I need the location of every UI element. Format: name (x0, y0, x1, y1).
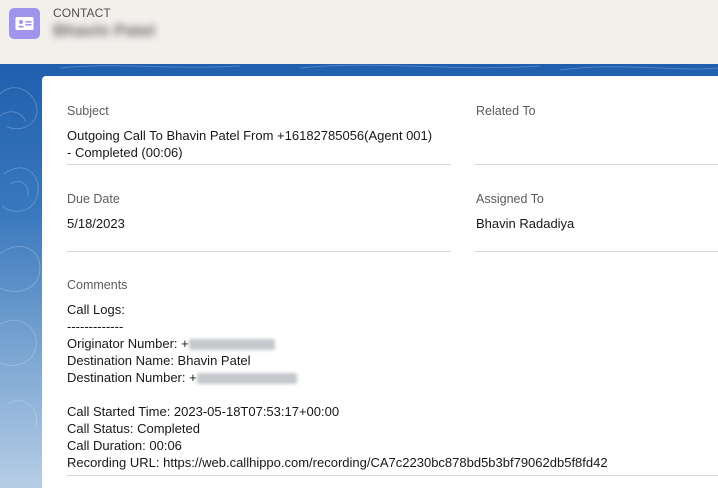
assigned-to-value[interactable]: Bhavin Radadiya (476, 215, 716, 232)
call-logs-separator: ------------- (67, 319, 124, 334)
call-duration-line: Call Duration: 00:06 (67, 438, 182, 453)
comments-divider (67, 475, 718, 476)
comments-label: Comments (67, 278, 128, 292)
destination-name-line: Destination Name: Bhavin Patel (67, 353, 251, 368)
related-to-field: Related To (476, 103, 716, 127)
record-header: CONTACT Bhavin Patel (0, 0, 718, 64)
comments-value: Call Logs: ------------- Originator Numb… (67, 301, 707, 471)
destination-number-text: Destination Number: + (67, 370, 197, 385)
redacted-originator-number (188, 339, 275, 351)
record-detail-card: Subject Outgoing Call To Bhavin Patel Fr… (42, 76, 718, 488)
comments-blank-line (67, 386, 707, 403)
call-started-time-line: Call Started Time: 2023-05-18T07:53:17+0… (67, 404, 340, 419)
subject-label: Subject (67, 104, 109, 118)
due-date-value: 5/18/2023 (67, 216, 125, 231)
call-logs-heading: Call Logs: (67, 302, 125, 317)
due-date-label: Due Date (67, 192, 120, 206)
comments-field: Comments Call Logs: ------------- Origin… (67, 277, 707, 471)
assigned-to-field: Assigned To Bhavin Radadiya (476, 191, 716, 232)
due-date-divider (67, 251, 451, 252)
subject-value-line-1: Outgoing Call To Bhavin Patel From +1618… (67, 128, 433, 143)
related-to-divider (474, 164, 718, 165)
subject-value-line-2: - Completed (00:06) (67, 145, 183, 160)
subject-field: Subject Outgoing Call To Bhavin Patel Fr… (67, 103, 467, 161)
related-to-label: Related To (476, 104, 536, 118)
subject-divider (67, 164, 451, 165)
contact-card-icon (9, 8, 40, 39)
assigned-to-label: Assigned To (476, 192, 544, 206)
recording-url-line[interactable]: Recording URL: https://web.callhippo.com… (67, 454, 707, 471)
record-title[interactable]: Bhavin Patel (53, 21, 155, 41)
redacted-destination-number (196, 373, 297, 385)
call-status-line: Call Status: Completed (67, 421, 200, 436)
assigned-to-divider (474, 251, 718, 252)
originator-number-line: Originator Number: + (67, 335, 707, 352)
object-type-label: CONTACT (53, 6, 111, 20)
originator-number-text: Originator Number: + (67, 336, 189, 351)
destination-number-line: Destination Number: + (67, 369, 707, 386)
due-date-field: Due Date 5/18/2023 (67, 191, 467, 232)
subject-value: Outgoing Call To Bhavin Patel From +1618… (67, 127, 467, 161)
